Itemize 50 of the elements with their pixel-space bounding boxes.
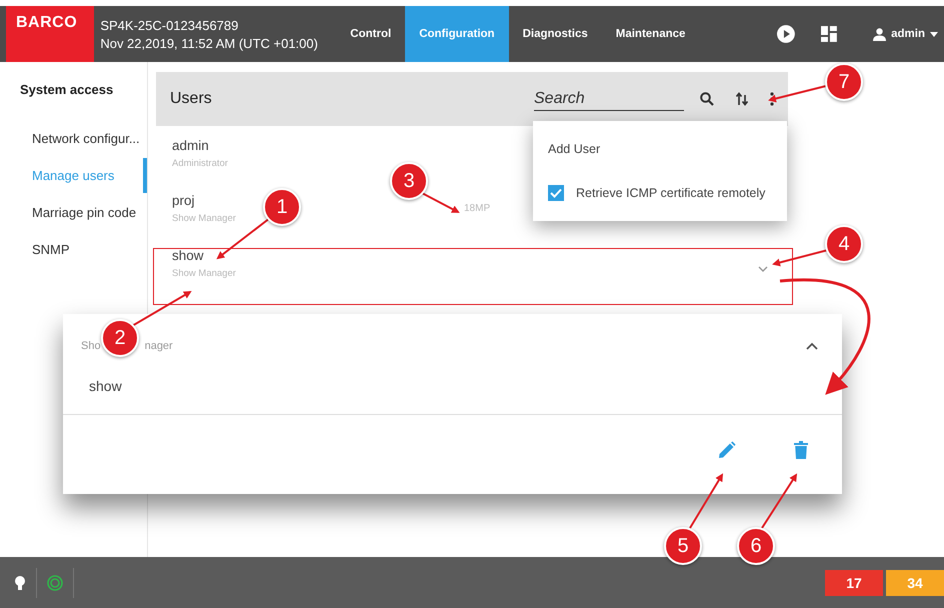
callout-arrow — [761, 473, 798, 529]
status-ring-icon[interactable] — [47, 574, 63, 590]
user-role: Show Manager — [172, 268, 236, 279]
dashboard-icon[interactable] — [821, 26, 838, 42]
search-field[interactable]: Search — [534, 88, 684, 110]
sidebar-item[interactable]: Network configur... — [0, 121, 147, 156]
nav-tab[interactable]: Control — [336, 6, 406, 62]
menu-label: Retrieve ICMP certificate remotely — [576, 186, 766, 200]
callout-arrow — [772, 249, 828, 266]
nav-tab[interactable]: Maintenance — [602, 6, 700, 62]
chevron-down-icon[interactable] — [758, 266, 768, 272]
chevron-up-icon[interactable] — [806, 342, 818, 350]
alert-count-badge[interactable]: 17 — [825, 570, 883, 596]
edit-icon[interactable] — [718, 441, 736, 459]
callout-arrow — [768, 85, 826, 102]
callout-number: 4 — [825, 225, 863, 263]
callout-number: 7 — [825, 63, 863, 101]
menu-item[interactable]: Add User — [533, 127, 787, 171]
callout-number: 1 — [263, 188, 301, 226]
user-name: admin — [172, 138, 209, 153]
user-name: show — [172, 248, 204, 263]
search-icon[interactable] — [700, 92, 714, 106]
sidebar-item[interactable]: SNMP — [0, 232, 147, 267]
user-row[interactable]: show Show Manager — [156, 236, 788, 291]
sidebar-title: System access — [19, 82, 114, 97]
user-icon — [873, 28, 886, 40]
user-role-fragment: Sho — [81, 340, 101, 352]
delete-icon[interactable] — [794, 441, 808, 459]
user-menu[interactable]: admin — [867, 26, 944, 42]
light-bulb-icon[interactable] — [14, 574, 26, 590]
users-title: Users — [170, 90, 213, 108]
sort-icon[interactable] — [736, 92, 748, 106]
play-icon[interactable] — [777, 25, 796, 43]
user-role: Administrator — [172, 158, 228, 169]
checkbox[interactable] — [548, 185, 564, 201]
callout-number: 5 — [664, 527, 702, 565]
sidebar-item[interactable]: Marriage pin code — [0, 195, 147, 230]
callout-number: 6 — [737, 527, 775, 565]
user-role-fragment: nager — [144, 340, 173, 352]
callout-number: 3 — [390, 162, 428, 200]
menu-label: Add User — [548, 142, 600, 156]
device-name: SP4K-25C-0123456789 — [100, 18, 240, 32]
logo: BARCO — [6, 6, 94, 62]
menu-item[interactable]: Retrieve ICMP certificate remotely — [533, 171, 787, 215]
callout-arrow — [132, 291, 192, 327]
caret-icon — [930, 32, 938, 36]
date-time: Nov 22,2019, 11:52 AM (UTC +01:00) — [100, 36, 319, 50]
nav-tab[interactable]: Diagnostics — [508, 6, 602, 62]
more-icon[interactable] — [770, 92, 774, 106]
callout-arrow — [689, 473, 724, 529]
